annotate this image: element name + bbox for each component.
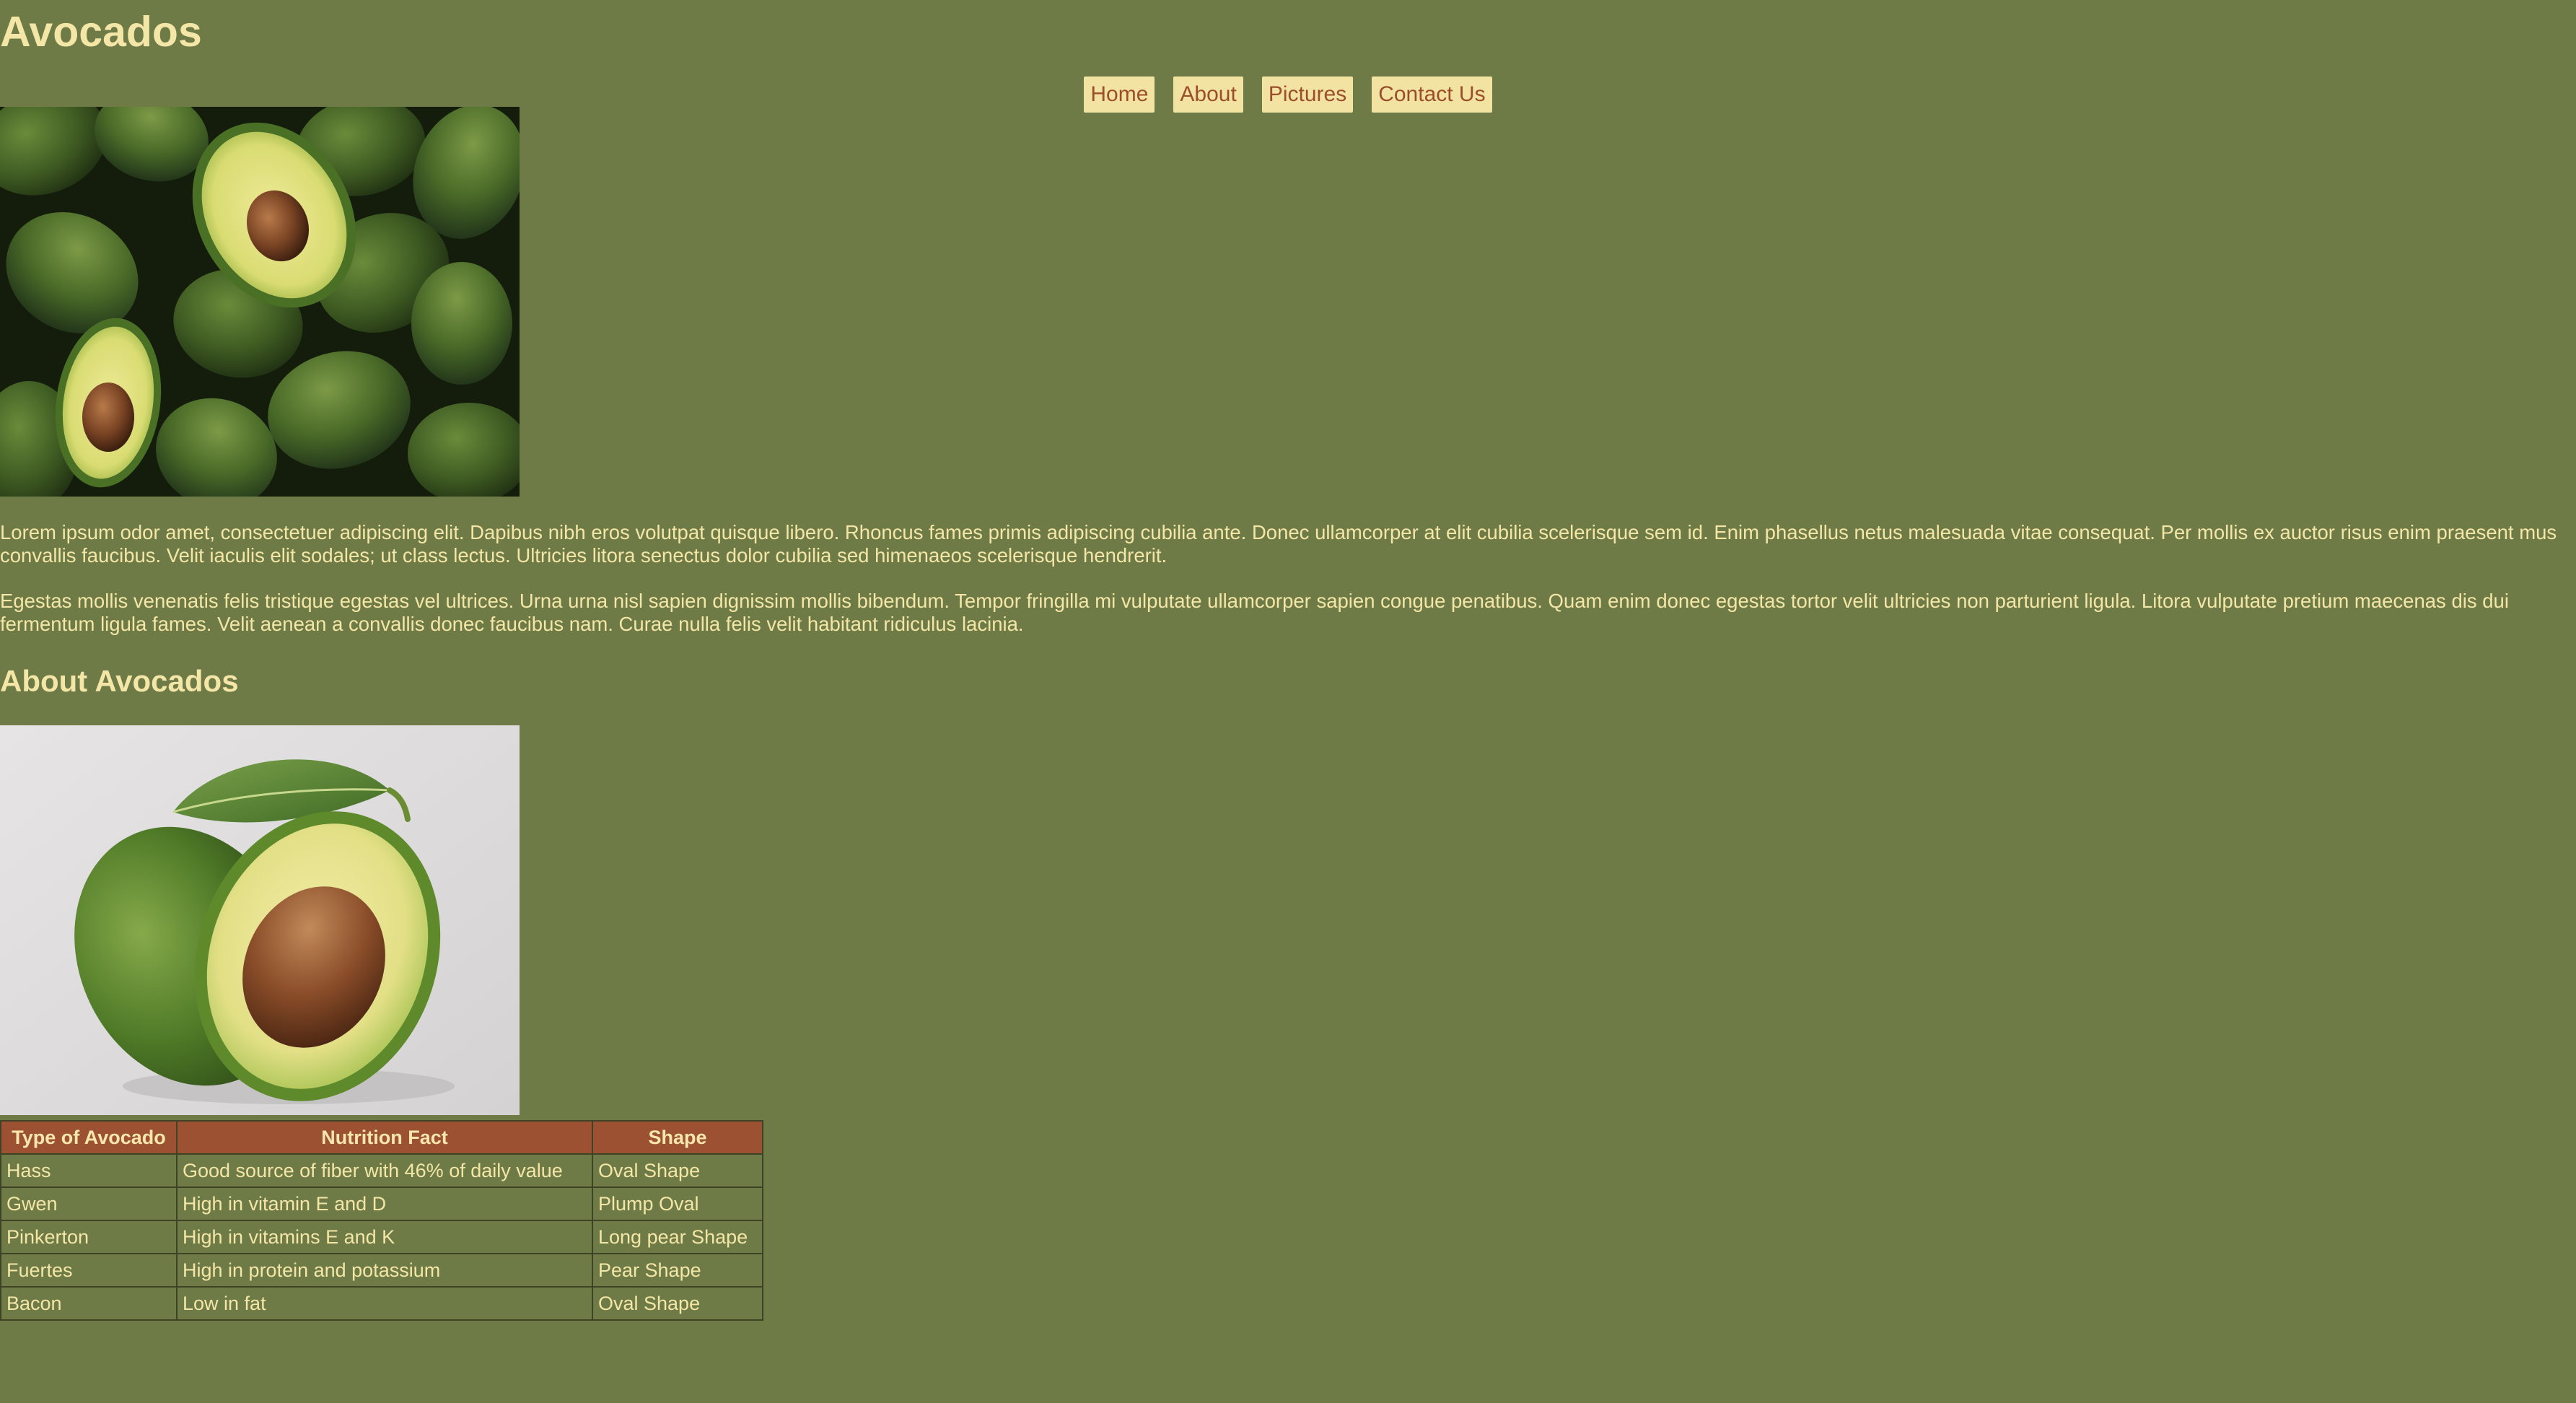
cell-shape: Oval Shape [592, 1286, 763, 1321]
about-heading: About Avocados [0, 664, 239, 698]
table-row: Hass Good source of fiber with 46% of da… [0, 1153, 763, 1188]
second-paragraph: Egestas mollis venenatis felis tristique… [0, 590, 2509, 635]
cell-type: Bacon [0, 1286, 178, 1321]
cell-type: Fuertes [0, 1253, 178, 1288]
intro-paragraph: Lorem ipsum odor amet, consectetuer adip… [0, 521, 2557, 567]
cell-type: Gwen [0, 1186, 178, 1221]
cell-shape: Plump Oval [592, 1186, 763, 1221]
avocado-pile-image [0, 107, 520, 497]
cell-shape: Long pear Shape [592, 1220, 763, 1254]
cell-shape: Oval Shape [592, 1153, 763, 1188]
nav-pictures-link[interactable]: Pictures [1261, 77, 1354, 113]
column-header-nutrition: Nutrition Fact [176, 1120, 593, 1155]
table-row: Fuertes High in protein and potassium Pe… [0, 1253, 763, 1288]
table-row: Bacon Low in fat Oval Shape [0, 1286, 763, 1321]
page-title: Avocados [0, 8, 202, 56]
column-header-shape: Shape [592, 1120, 763, 1155]
table-header-row: Type of Avocado Nutrition Fact Shape [0, 1120, 763, 1155]
cell-nutrition: High in vitamin E and D [176, 1186, 593, 1221]
cell-shape: Pear Shape [592, 1253, 763, 1288]
avocado-types-table: Type of Avocado Nutrition Fact Shape Has… [0, 1120, 763, 1321]
page: Avocados Home About Pictures Contact Us [0, 0, 2576, 1403]
cell-nutrition: High in vitamins E and K [176, 1220, 593, 1254]
cell-nutrition: Low in fat [176, 1286, 593, 1321]
avocado-half-image [0, 725, 520, 1115]
cell-nutrition: Good source of fiber with 46% of daily v… [176, 1153, 593, 1188]
nav-home-link[interactable]: Home [1084, 77, 1155, 113]
nav-about-link[interactable]: About [1173, 77, 1243, 113]
cell-type: Hass [0, 1153, 178, 1188]
cell-nutrition: High in protein and potassium [176, 1253, 593, 1288]
column-header-type: Type of Avocado [0, 1120, 178, 1155]
cell-type: Pinkerton [0, 1220, 178, 1254]
table-row: Pinkerton High in vitamins E and K Long … [0, 1220, 763, 1254]
table-row: Gwen High in vitamin E and D Plump Oval [0, 1186, 763, 1221]
nav-contact-link[interactable]: Contact Us [1372, 77, 1492, 113]
